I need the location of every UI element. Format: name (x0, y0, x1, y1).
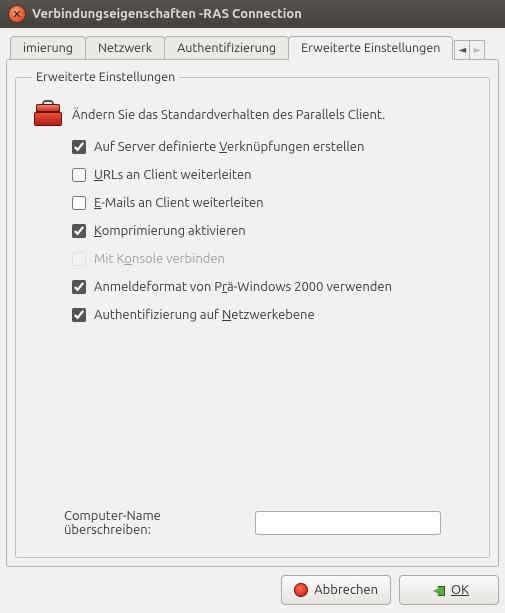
check-shortcuts-label: Auf Server definierte Verknüpfungen erst… (94, 140, 364, 154)
ok-label: OK (451, 583, 469, 597)
check-console-label: Mit Konsole verbinden (94, 252, 225, 266)
check-prewin-box[interactable] (72, 280, 86, 294)
tab-authentifizierung[interactable]: Authentifizierung (164, 36, 289, 60)
check-emails-box[interactable] (72, 196, 86, 210)
check-emails[interactable]: E-Mails an Client weiterleiten (72, 196, 473, 210)
tab-bar: imierung Netzwerk Authentifizierung Erwe… (10, 34, 499, 60)
window-body: imierung Netzwerk Authentifizierung Erwe… (0, 28, 505, 613)
cancel-label: Abbrechen (314, 583, 378, 597)
tab-erweiterte-einstellungen[interactable]: Erweiterte Einstellungen (288, 36, 453, 60)
check-prewin-label: Anmeldeformat von Prä-Windows 2000 verwe… (94, 280, 392, 294)
checkbox-list: Auf Server definierte Verknüpfungen erst… (72, 140, 473, 322)
check-nla-box[interactable] (72, 308, 86, 322)
tab-scroll-right-icon: ► (469, 40, 485, 60)
check-shortcuts[interactable]: Auf Server definierte Verknüpfungen erst… (72, 140, 473, 154)
check-console-box (72, 252, 86, 266)
check-shortcuts-box[interactable] (72, 140, 86, 154)
check-nla[interactable]: Authentifizierung auf Netzwerkebene (72, 308, 473, 322)
arrow-icon (429, 584, 445, 596)
titlebar: ✕ Verbindungseigenschaften -RAS Connecti… (0, 0, 505, 28)
button-row: Abbrechen OK (6, 575, 499, 605)
check-compress-box[interactable] (72, 224, 86, 238)
check-console: Mit Konsole verbinden (72, 252, 473, 266)
check-emails-label: E-Mails an Client weiterleiten (94, 196, 264, 210)
check-urls-box[interactable] (72, 168, 86, 182)
group-title: Erweiterte Einstellungen (32, 70, 179, 84)
window-title: Verbindungseigenschaften -RAS Connection (32, 7, 302, 21)
stop-icon (294, 583, 308, 597)
computer-name-label: Computer-Name überschreiben: (64, 509, 249, 537)
check-compress[interactable]: Komprimierung aktivieren (72, 224, 473, 238)
intro-row: Ändern Sie das Standardverhalten des Par… (34, 104, 473, 126)
toolbox-icon (34, 104, 62, 126)
computer-name-input[interactable] (255, 511, 441, 535)
close-icon[interactable]: ✕ (8, 5, 26, 23)
cancel-button[interactable]: Abbrechen (281, 575, 391, 605)
check-urls[interactable]: URLs an Client weiterleiten (72, 168, 473, 182)
check-prewin[interactable]: Anmeldeformat von Prä-Windows 2000 verwe… (72, 280, 473, 294)
check-nla-label: Authentifizierung auf Netzwerkebene (94, 308, 315, 322)
tab-netzwerk[interactable]: Netzwerk (85, 36, 165, 60)
tab-nav: ◄ ► (454, 40, 485, 60)
tab-scroll-left-icon[interactable]: ◄ (454, 40, 470, 60)
intro-text: Ändern Sie das Standardverhalten des Par… (72, 108, 385, 122)
computer-name-row: Computer-Name überschreiben: (64, 509, 441, 537)
ok-button[interactable]: OK (399, 575, 499, 605)
tab-panel: Erweiterte Einstellungen Ändern Sie das … (6, 59, 499, 567)
group-erweiterte: Erweiterte Einstellungen Ändern Sie das … (15, 70, 490, 558)
tab-optimierung[interactable]: imierung (10, 36, 86, 60)
check-compress-label: Komprimierung aktivieren (94, 224, 246, 238)
check-urls-label: URLs an Client weiterleiten (94, 168, 252, 182)
